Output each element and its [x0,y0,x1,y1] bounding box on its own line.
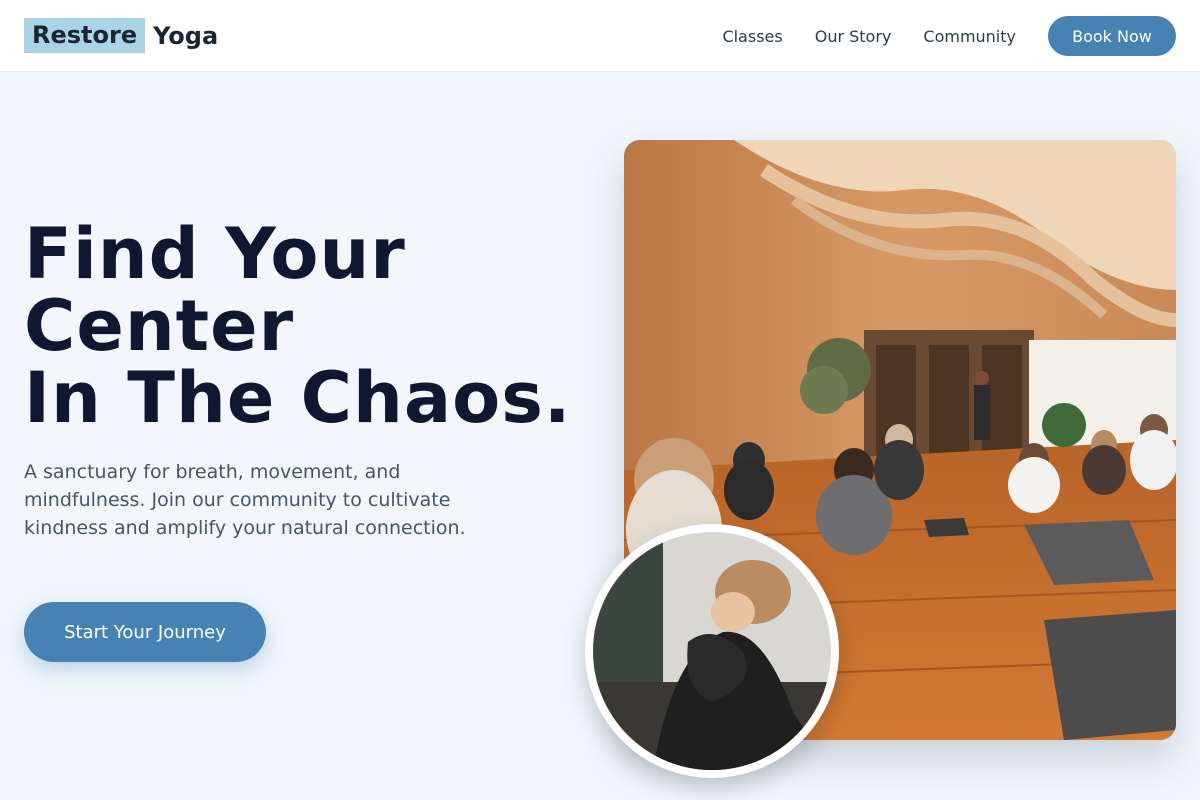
book-now-button[interactable]: Book Now [1048,16,1176,56]
logo-text: Yoga [153,21,219,50]
hero-headline: Find Your Center In The Chaos. [24,218,571,434]
nav-link-community[interactable]: Community [923,27,1016,46]
start-journey-button[interactable]: Start Your Journey [24,602,266,662]
hero-description: A sanctuary for breath, movement, and mi… [24,461,466,539]
main-nav: Classes Our Story Community Book Now [722,16,1176,56]
nav-link-classes[interactable]: Classes [722,27,782,46]
nav-link-our-story[interactable]: Our Story [815,27,892,46]
headline-line-3: In The Chaos. [24,357,572,439]
headline-line-1: Find Your [24,213,406,295]
site-header: Restore Yoga Classes Our Story Community… [0,0,1200,72]
logo[interactable]: Restore Yoga [24,18,218,53]
headline-line-2: Center [24,285,295,367]
logo-highlight: Restore [24,18,146,53]
stretching-pose-photo [585,524,839,778]
